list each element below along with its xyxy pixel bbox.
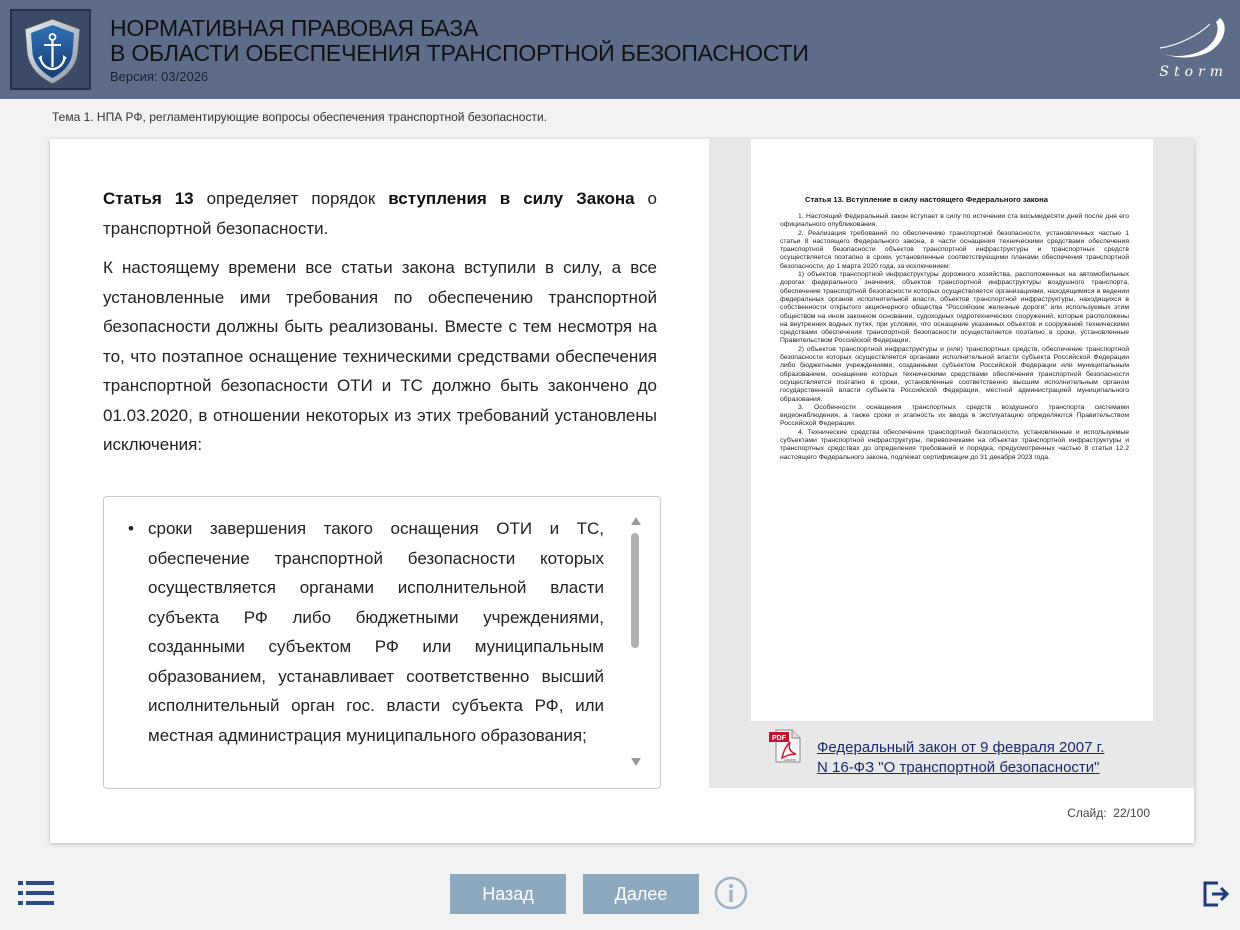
exceptions-scroll-box[interactable]: сроки завершения такого оснащения ОТИ и … (103, 496, 661, 789)
document-title: Статья 13. Вступление в силу настоящего … (805, 195, 1048, 204)
list-menu-icon[interactable] (18, 880, 54, 906)
intro-paragraph: Статья 13 определяет порядок вступления … (103, 184, 657, 243)
back-button[interactable]: Назад (450, 874, 566, 914)
slide-current: 22 (1113, 806, 1127, 820)
scroll-down-arrow-icon[interactable] (631, 758, 641, 766)
document-paragraph: 3. Особенности оснащения транспортных ср… (780, 403, 1129, 428)
info-icon[interactable] (714, 876, 748, 910)
document-paragraph: 2) объектов транспортной инфраструктуры … (780, 345, 1129, 403)
document-preview-panel: Статья 13. Вступление в силу настоящего … (709, 139, 1194, 788)
list-item: сроки завершения такого оснащения ОТИ и … (128, 514, 604, 750)
slide-label: Слайд: (1067, 806, 1107, 820)
exceptions-paragraph: К настоящему времени все статьи закона в… (103, 258, 657, 454)
exceptions-list: сроки завершения такого оснащения ОТИ и … (128, 514, 604, 750)
version-label: Версия: 03/2026 (110, 69, 209, 84)
svg-text:PDF: PDF (772, 735, 787, 742)
scroll-up-arrow-icon[interactable] (631, 517, 641, 525)
next-button[interactable]: Далее (583, 874, 699, 914)
slide-content-card: Статья 13 определяет порядок вступления … (50, 139, 1194, 843)
document-paragraph: 1) объектов транспортной инфраструктуры … (780, 271, 1129, 345)
law-document-link[interactable]: Федеральный закон от 9 февраля 2007 г. N… (817, 738, 1104, 778)
law-entry-ref: вступления в силу Закона (388, 189, 635, 208)
pdf-icon[interactable]: PDF Adobe (768, 728, 804, 764)
slide-total: 100 (1129, 806, 1150, 820)
link-line-1: Федеральный закон от 9 февраля 2007 г. (817, 739, 1105, 756)
app-title-line-1: НОРМАТИВНАЯ ПРАВОВАЯ БАЗА (110, 15, 479, 41)
brand-name: Storm (1159, 64, 1228, 80)
document-paragraph: 4. Технические средства обеспечения тран… (780, 428, 1129, 461)
logo (10, 9, 91, 90)
document-paragraph: 2. Реализация требований по обеспечению … (780, 229, 1129, 270)
header: НОРМАТИВНАЯ ПРАВОВАЯ БАЗА В ОБЛАСТИ ОБЕС… (0, 0, 1240, 99)
anchor-shield-icon (24, 18, 81, 85)
scrollbar-thumb[interactable] (631, 533, 639, 648)
intro-text-1: определяет порядок (193, 189, 389, 208)
svg-text:Adobe: Adobe (784, 757, 796, 762)
article-ref: Статья 13 (103, 189, 194, 208)
topic-breadcrumb: Тема 1. НПА РФ, регламентирующие вопросы… (52, 110, 547, 124)
document-page: Статья 13. Вступление в силу настоящего … (751, 139, 1153, 721)
document-body: 1. Настоящий Федеральный закон вступает … (780, 213, 1129, 462)
app-title-line-2: В ОБЛАСТИ ОБЕСПЕЧЕНИЯ ТРАНСПОРТНОЙ БЕЗОП… (110, 40, 809, 66)
document-paragraph: 1. Настоящий Федеральный закон вступает … (780, 213, 1129, 229)
exit-icon[interactable] (1202, 880, 1230, 908)
slide-counter: Слайд: 22/100 (1067, 806, 1150, 820)
link-line-2: N 16-ФЗ "О транспортной безопасности" (817, 759, 1100, 776)
text-column: Статья 13 определяет порядок вступления … (103, 184, 657, 470)
